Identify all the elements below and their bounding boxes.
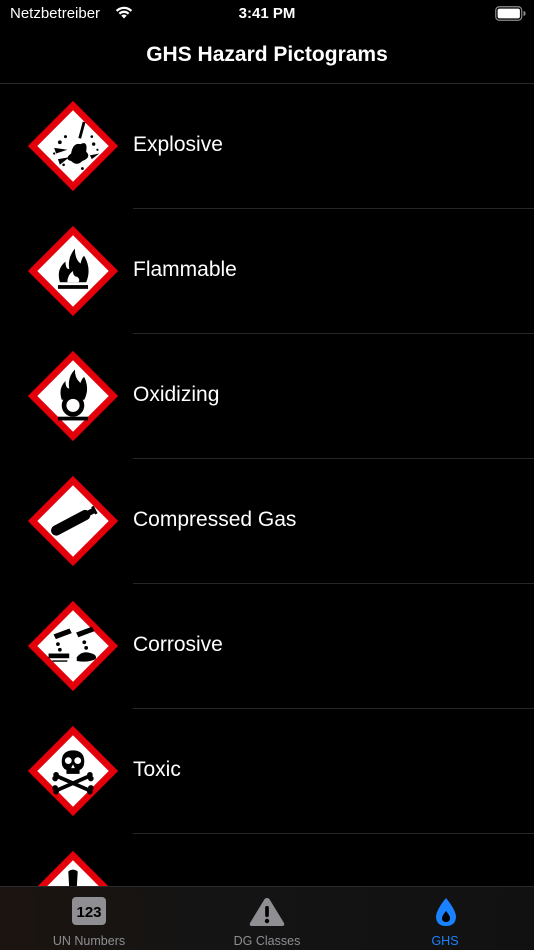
list-item-label: Toxic bbox=[133, 758, 181, 781]
screen: Netzbetreiber 3:41 PM GHS Hazard Pictogr… bbox=[0, 0, 534, 950]
status-bar: Netzbetreiber 3:41 PM bbox=[0, 0, 534, 30]
list-item-compressed-gas[interactable]: Compressed Gas bbox=[0, 459, 534, 584]
warning-triangle-icon bbox=[249, 897, 285, 932]
list-item-label: Compressed Gas bbox=[133, 508, 297, 531]
list-item-label: Oxidizing bbox=[133, 383, 220, 406]
page-title: GHS Hazard Pictograms bbox=[146, 43, 388, 66]
tab-label: GHS bbox=[431, 934, 459, 948]
tab-dg-classes[interactable]: DG Classes bbox=[178, 887, 356, 950]
list-item-label: Flammable bbox=[133, 258, 237, 281]
skull-crossbones-pictogram-icon bbox=[27, 725, 119, 817]
list-item-oxidizing[interactable]: Oxidizing bbox=[0, 334, 534, 459]
pictogram-list: Explosive Flammable Oxidizing Compressed… bbox=[0, 84, 534, 950]
list-item-corrosive[interactable]: Corrosive bbox=[0, 584, 534, 709]
tab-label: UN Numbers bbox=[52, 934, 126, 948]
list-item-toxic[interactable]: Toxic bbox=[0, 709, 534, 834]
tab-label: DG Classes bbox=[233, 934, 301, 948]
explosive-pictogram-icon bbox=[27, 100, 119, 192]
clock: 3:41 PM bbox=[238, 5, 296, 22]
list-item-flammable[interactable]: Flammable bbox=[0, 209, 534, 334]
gas-cylinder-pictogram-icon bbox=[27, 475, 119, 567]
flame-over-circle-pictogram-icon bbox=[27, 350, 119, 442]
tab-bar: 123 UN Numbers DG Classes GHS bbox=[0, 886, 534, 950]
list-item-label: Corrosive bbox=[133, 633, 223, 656]
tab-ghs[interactable]: GHS bbox=[356, 887, 534, 950]
list-item-label: Explosive bbox=[133, 133, 223, 156]
navigation-bar: GHS Hazard Pictograms bbox=[0, 30, 534, 84]
flame-pictogram-icon bbox=[27, 225, 119, 317]
battery-icon bbox=[495, 6, 527, 27]
drop-icon bbox=[431, 897, 461, 932]
corrosion-pictogram-icon bbox=[27, 600, 119, 692]
list-item-explosive[interactable]: Explosive bbox=[0, 84, 534, 209]
un-numbers-icon: 123 bbox=[72, 897, 106, 930]
tab-un-numbers[interactable]: 123 UN Numbers bbox=[0, 887, 178, 950]
un-numbers-icon-text: 123 bbox=[76, 904, 101, 921]
